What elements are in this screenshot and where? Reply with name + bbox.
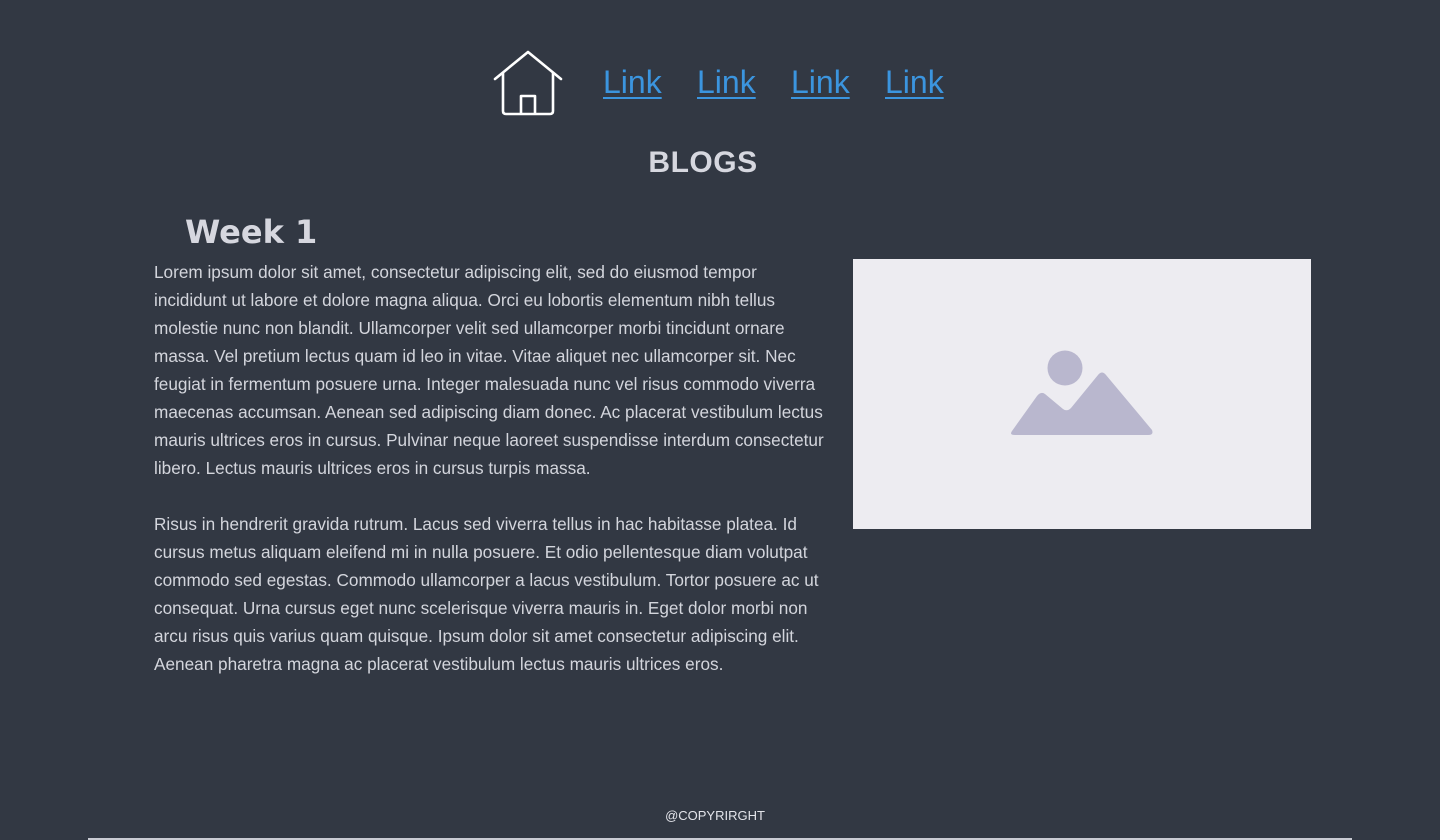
post-title: Week 1 [185,213,318,251]
post-image [853,259,1311,529]
page: Link Link Link Link BLOGS Week 1 Lorem i… [0,0,1440,840]
top-navigation: Link Link Link Link [0,0,1440,130]
copyright-text: @COPYRIRGHT [665,808,765,823]
post-paragraph-1: Lorem ipsum dolor sit amet, consectetur … [154,262,824,478]
post-paragraph-2: Risus in hendrerit gravida rutrum. Lacus… [154,514,819,674]
nav-link-1[interactable]: Link [603,62,662,102]
post-body: Lorem ipsum dolor sit amet, consectetur … [154,258,829,706]
page-title: BLOGS [648,146,758,179]
home-link[interactable] [492,50,564,118]
nav-link-4[interactable]: Link [885,62,944,102]
home-icon [492,50,564,118]
nav-link-3[interactable]: Link [791,62,850,102]
nav-link-2[interactable]: Link [697,62,756,102]
